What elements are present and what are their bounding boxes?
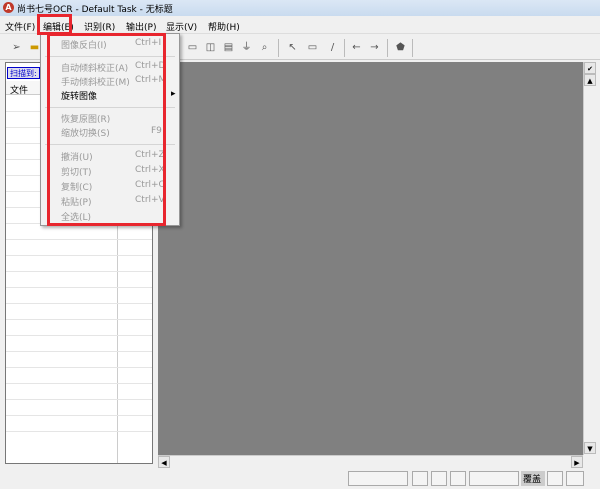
scan-icon[interactable]: ➢ bbox=[10, 41, 23, 54]
layout-single-icon[interactable]: ▭ bbox=[186, 41, 199, 54]
pointer-icon[interactable]: ↖ bbox=[286, 41, 299, 54]
menu-recognize[interactable]: 识别(R) bbox=[84, 20, 115, 33]
checkmark-icon[interactable]: ✔ bbox=[584, 62, 596, 74]
menu-output[interactable]: 输出(P) bbox=[126, 20, 156, 33]
overwrite-mode-indicator: 覆盖 bbox=[521, 471, 545, 486]
status-bar: 覆盖 bbox=[0, 469, 600, 489]
pen-icon[interactable]: / bbox=[326, 41, 339, 54]
app-logo-icon: A bbox=[3, 2, 14, 13]
highlight-box-dropdown bbox=[47, 33, 166, 226]
layout-split-icon[interactable]: ▤ bbox=[222, 41, 235, 54]
menu-bar: 文件(F) 编辑(E) 识别(R) 输出(P) 显示(V) 帮助(H) bbox=[0, 16, 600, 34]
scroll-right-icon[interactable]: ▶ bbox=[571, 456, 583, 468]
horizontal-scrollbar[interactable]: ◀ ▶ bbox=[158, 455, 583, 468]
image-canvas[interactable] bbox=[158, 62, 583, 455]
submenu-arrow-icon: ▸ bbox=[171, 89, 176, 99]
zoom-region-icon[interactable]: ⌕ bbox=[258, 41, 271, 54]
scroll-down-icon[interactable]: ▼ bbox=[584, 442, 596, 454]
highlight-box-edit-menu bbox=[37, 14, 72, 35]
scroll-up-icon[interactable]: ▲ bbox=[584, 74, 596, 86]
layout-columns-icon[interactable]: ◫ bbox=[204, 41, 217, 54]
recognize-icon[interactable]: ⬟ bbox=[394, 41, 407, 54]
scroll-left-icon[interactable]: ◀ bbox=[158, 456, 170, 468]
title-bar: A 尚书七号OCR - Default Task - 无标题 bbox=[0, 0, 600, 16]
menu-help[interactable]: 帮助(H) bbox=[208, 20, 240, 33]
scan-to-label: 扫描到: bbox=[7, 67, 40, 79]
select-region-icon[interactable]: ▭ bbox=[306, 41, 319, 54]
vertical-scrollbar[interactable]: ✔ ▲ ▼ bbox=[583, 62, 596, 455]
menu-file[interactable]: 文件(F) bbox=[5, 20, 35, 33]
arrow-left-icon[interactable]: ← bbox=[350, 41, 363, 54]
filter-icon[interactable]: ⏚ bbox=[240, 41, 253, 54]
arrow-right-icon[interactable]: → bbox=[368, 41, 381, 54]
menu-view[interactable]: 显示(V) bbox=[166, 20, 197, 33]
